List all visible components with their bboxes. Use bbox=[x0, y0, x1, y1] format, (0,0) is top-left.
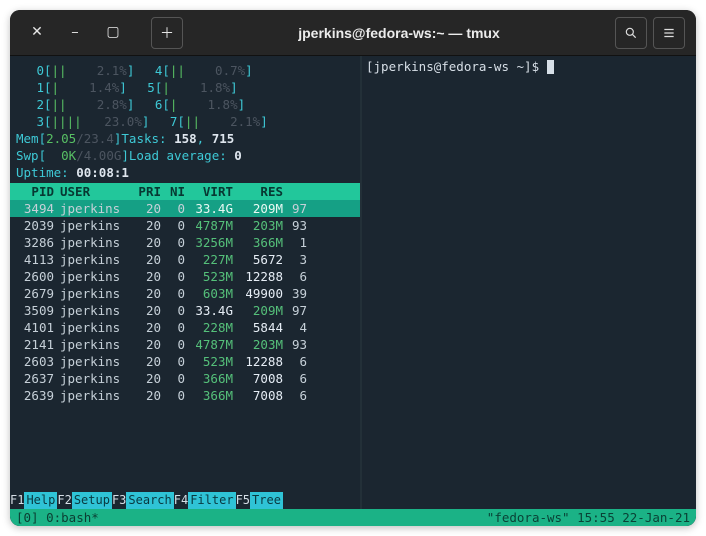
titlebar: ✕ – ▢ ＋ jperkins@fedora-ws:~ — tmux bbox=[10, 10, 696, 56]
col-virt: VIRT bbox=[185, 183, 233, 200]
table-row[interactable]: 2639 jperkins 20 0 366M 7008 6 bbox=[10, 387, 360, 404]
table-row[interactable]: 2141 jperkins 20 0 4787M 203M 93 bbox=[10, 336, 360, 353]
minimize-icon[interactable]: – bbox=[59, 17, 91, 49]
col-pid: PID bbox=[10, 183, 56, 200]
tmux-pane-left[interactable]: 0[|| 2.1%] 4[|| 0.7%]1[| 1.4%] 5[| 1.8%]… bbox=[10, 56, 360, 526]
fkey-help[interactable]: F1 bbox=[10, 492, 24, 509]
window-title: jperkins@fedora-ws:~ — tmux bbox=[186, 25, 612, 41]
maximize-icon[interactable]: ▢ bbox=[97, 17, 129, 49]
htop-function-keys: F1Help F2Setup F3Search F4Filter F5Tree bbox=[10, 492, 360, 509]
menu-icon[interactable] bbox=[653, 17, 685, 49]
shell-prompt: [jperkins@fedora-ws ~]$ bbox=[366, 59, 547, 74]
tmux-status-left: [0] 0:bash* bbox=[16, 509, 99, 526]
fkey-filter[interactable]: F4 bbox=[174, 492, 188, 509]
close-icon[interactable]: ✕ bbox=[21, 17, 53, 49]
fkey-tree[interactable]: F5 bbox=[236, 492, 250, 509]
cursor bbox=[547, 60, 554, 74]
col-extra bbox=[283, 183, 307, 200]
table-row[interactable]: 3509 jperkins 20 0 33.4G 209M 97 bbox=[10, 302, 360, 319]
search-icon[interactable] bbox=[615, 17, 647, 49]
htop-meters: 0[|| 2.1%] 4[|| 0.7%]1[| 1.4%] 5[| 1.8%]… bbox=[10, 56, 360, 183]
col-ni: NI bbox=[161, 183, 185, 200]
col-res: RES bbox=[233, 183, 283, 200]
new-tab-icon[interactable]: ＋ bbox=[151, 17, 183, 49]
table-row[interactable]: 2603 jperkins 20 0 523M 12288 6 bbox=[10, 353, 360, 370]
fkey-search[interactable]: F3 bbox=[112, 492, 126, 509]
table-row[interactable]: 2679 jperkins 20 0 603M 49900 39 bbox=[10, 285, 360, 302]
table-row[interactable]: 2600 jperkins 20 0 523M 12288 6 bbox=[10, 268, 360, 285]
col-user: USER bbox=[56, 183, 128, 200]
tmux-status-right: "fedora-ws" 15:55 22-Jan-21 bbox=[487, 509, 690, 526]
table-row[interactable]: 3494 jperkins 20 0 33.4G 209M 97 bbox=[10, 200, 360, 217]
process-table-header: PID USER PRI NI VIRT RES bbox=[10, 183, 360, 200]
fkey-setup[interactable]: F2 bbox=[57, 492, 71, 509]
terminal-body[interactable]: 0[|| 2.1%] 4[|| 0.7%]1[| 1.4%] 5[| 1.8%]… bbox=[10, 56, 696, 526]
terminal-window: ✕ – ▢ ＋ jperkins@fedora-ws:~ — tmux 0[||… bbox=[10, 10, 696, 526]
tmux-status-bar: [0] 0:bash* "fedora-ws" 15:55 22-Jan-21 bbox=[10, 509, 696, 526]
col-pri: PRI bbox=[128, 183, 161, 200]
process-table-rows: 3494 jperkins 20 0 33.4G 209M 97 2039 jp… bbox=[10, 200, 360, 404]
table-row[interactable]: 4113 jperkins 20 0 227M 5672 3 bbox=[10, 251, 360, 268]
table-row[interactable]: 2039 jperkins 20 0 4787M 203M 93 bbox=[10, 217, 360, 234]
table-row[interactable]: 3286 jperkins 20 0 3256M 366M 1 bbox=[10, 234, 360, 251]
table-row[interactable]: 4101 jperkins 20 0 228M 5844 4 bbox=[10, 319, 360, 336]
tmux-pane-right[interactable]: [jperkins@fedora-ws ~]$ bbox=[360, 56, 696, 526]
table-row[interactable]: 2637 jperkins 20 0 366M 7008 6 bbox=[10, 370, 360, 387]
